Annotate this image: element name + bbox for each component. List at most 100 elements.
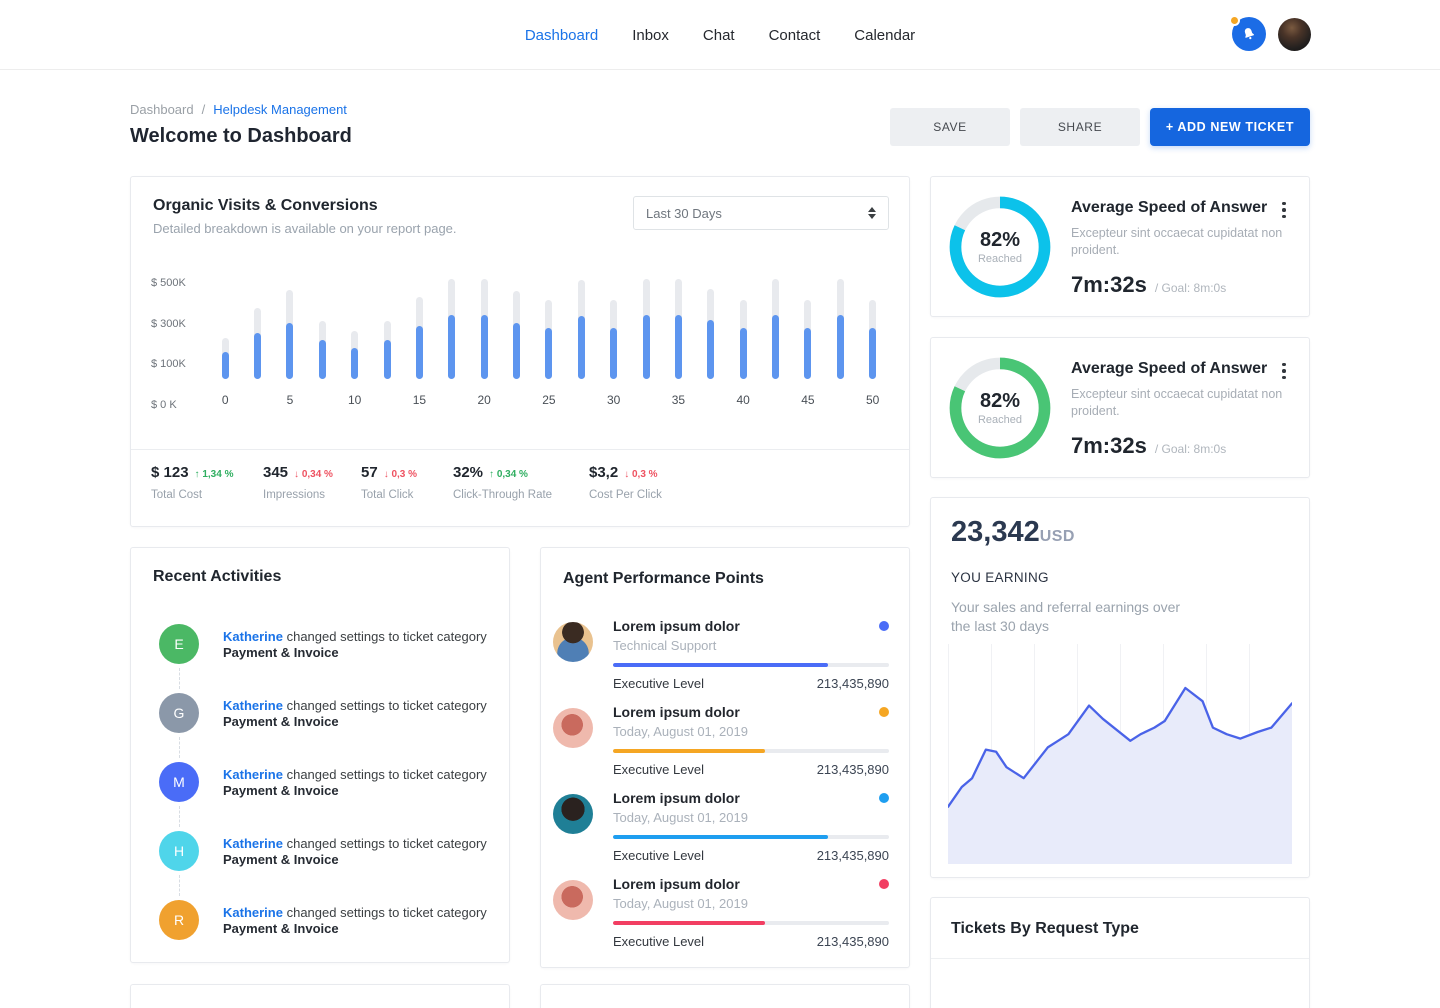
stat-item: 57 ↓ 0,3 % Total Click	[361, 464, 417, 501]
save-button[interactable]: SAVE	[890, 108, 1010, 146]
nav-link[interactable]: Calendar	[854, 27, 915, 44]
earnings-amount-row: 23,342 USD	[951, 516, 1075, 549]
bar: 15	[403, 279, 435, 379]
speed-card-desc: Excepteur sint occaecat cupidatat non pr…	[1071, 225, 1316, 259]
add-new-ticket-button[interactable]: + ADD NEW TICKET	[1150, 108, 1310, 146]
activity-actor[interactable]: Katherine	[223, 905, 283, 920]
average-speed-card: 82% Reached Average Speed of Answer Exce…	[930, 176, 1310, 317]
nav-link[interactable]: Dashboard	[525, 27, 598, 44]
speed-time: 7m:32s	[1071, 272, 1147, 298]
breadcrumb-current[interactable]: Helpdesk Management	[213, 102, 347, 117]
letter-avatar: M	[159, 762, 199, 802]
letter-avatar: R	[159, 900, 199, 940]
activity-avatar-col: H	[159, 831, 199, 900]
card-subtitle: Detailed breakdown is available on your …	[153, 221, 457, 236]
speed-card-body: Average Speed of Answer Excepteur sint o…	[1071, 199, 1291, 298]
more-options-icon[interactable]	[1275, 360, 1293, 382]
x-tick-label: 50	[866, 393, 879, 407]
activity-actor[interactable]: Katherine	[223, 698, 283, 713]
user-avatar[interactable]	[1278, 18, 1311, 51]
breadcrumb-dashboard[interactable]: Dashboard	[130, 102, 194, 117]
stat-item: $ 123 ↑ 1,34 % Total Cost	[151, 464, 233, 501]
donut-reached-label: Reached	[978, 253, 1022, 265]
recent-activities-card: Recent Activities E Katherine changed se…	[130, 547, 510, 963]
bar	[306, 279, 338, 379]
agent-subtitle: Today, August 01, 2019	[613, 896, 889, 911]
date-range-value: Last 30 Days	[646, 206, 868, 221]
stat-label: Total Cost	[151, 489, 233, 501]
stat-item: 32% ↑ 0,34 % Click-Through Rate	[453, 464, 552, 501]
status-dot-icon	[879, 793, 889, 803]
activity-actor[interactable]: Katherine	[223, 767, 283, 782]
x-tick-label: 20	[478, 393, 491, 407]
organic-bar-chart: $ 500K$ 300K$ 100K$ 0 K 0510152025303540…	[151, 277, 889, 411]
agent-progress-fill	[613, 835, 828, 839]
trend-delta: 0,34 %	[497, 469, 528, 480]
stat-value: 57	[361, 464, 378, 481]
activity-target: Payment & Invoice	[223, 783, 487, 799]
bar	[500, 279, 532, 379]
agent-progress-fill	[613, 921, 765, 925]
stat-trend: ↑ 0,34 %	[489, 469, 528, 480]
speed-card-title: Average Speed of Answer	[1071, 360, 1291, 378]
activity-text: Katherine changed settings to ticket cat…	[223, 831, 487, 900]
notifications-button[interactable]	[1232, 17, 1266, 51]
card-title: Agent Performance Points	[563, 570, 764, 588]
stat-trend: ↑ 1,34 %	[195, 469, 234, 480]
agent-subtitle: Today, August 01, 2019	[613, 810, 889, 825]
earnings-currency: USD	[1040, 528, 1075, 546]
activity-action: changed settings to ticket category	[287, 767, 487, 782]
nav-link[interactable]: Contact	[769, 27, 821, 44]
card-title: Tickets By Request Type	[951, 920, 1139, 938]
activity-list: E Katherine changed settings to ticket c…	[159, 624, 489, 969]
x-tick-label: 10	[348, 393, 361, 407]
nav-link[interactable]: Chat	[703, 27, 735, 44]
bar	[695, 279, 727, 379]
agent-main: Lorem ipsum dolor Today, August 01, 2019…	[613, 876, 889, 949]
earnings-card: 23,342 USD YOU EARNING Your sales and re…	[930, 497, 1310, 878]
organic-y-axis: $ 500K$ 300K$ 100K$ 0 K	[151, 277, 209, 411]
agent-level-label: Executive Level	[613, 676, 817, 691]
activity-text: Katherine changed settings to ticket cat…	[223, 900, 487, 969]
card-title: Organic Visits & Conversions	[153, 197, 457, 215]
share-button[interactable]: SHARE	[1020, 108, 1140, 146]
earnings-line-chart	[948, 644, 1292, 864]
nav-link[interactable]: Inbox	[632, 27, 669, 44]
x-tick-label: 30	[607, 393, 620, 407]
bar	[371, 279, 403, 379]
activity-item: M Katherine changed settings to ticket c…	[159, 762, 489, 831]
more-options-icon[interactable]	[1275, 199, 1293, 221]
agent-name: Lorem ipsum dolor	[613, 704, 879, 720]
stat-label: Impressions	[263, 489, 333, 501]
x-tick-label: 25	[542, 393, 555, 407]
bar	[630, 279, 662, 379]
activity-action: changed settings to ticket category	[287, 905, 487, 920]
bar	[759, 279, 791, 379]
date-range-select[interactable]: Last 30 Days	[633, 196, 889, 230]
bar: 10	[339, 279, 371, 379]
activity-actor[interactable]: Katherine	[223, 629, 283, 644]
main-nav: Dashboard Inbox Chat Contact Calendar	[0, 0, 1440, 70]
stat-value: $ 123	[151, 464, 189, 481]
letter-avatar: H	[159, 831, 199, 871]
activity-target: Payment & Invoice	[223, 921, 487, 937]
divider	[931, 958, 1309, 959]
agent-main: Lorem ipsum dolor Technical Support Exec…	[613, 618, 889, 691]
select-arrows-icon	[868, 207, 876, 219]
stat-value: 345	[263, 464, 288, 481]
top-bar: Dashboard Inbox Chat Contact Calendar	[0, 0, 1440, 70]
bar: 0	[209, 279, 241, 379]
donut-percent: 82%	[980, 390, 1020, 413]
header-actions	[1232, 17, 1311, 51]
agent-points: 213,435,890	[817, 934, 889, 949]
timeline-connector	[179, 806, 180, 827]
agent-level-label: Executive Level	[613, 762, 817, 777]
x-tick-label: 5	[287, 393, 294, 407]
agent-points: 213,435,890	[817, 762, 889, 777]
activity-actor[interactable]: Katherine	[223, 836, 283, 851]
agent-avatar	[553, 708, 593, 748]
x-tick-label: 40	[737, 393, 750, 407]
agent-progress-track	[613, 663, 889, 667]
status-dot-icon	[879, 621, 889, 631]
bar: 5	[274, 279, 306, 379]
